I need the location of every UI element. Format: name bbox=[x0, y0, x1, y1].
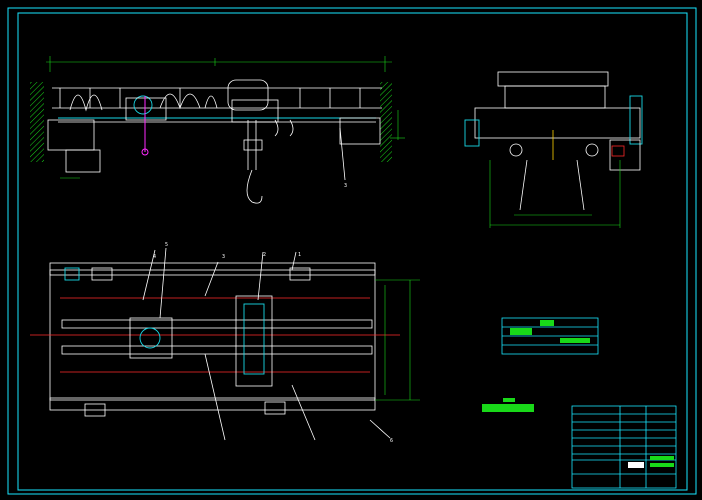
cad-drawing-canvas: 3 1 2 3 4 5 6 bbox=[7, 7, 697, 495]
balloon-3-front: 3 bbox=[344, 183, 347, 189]
left-end-carriage bbox=[47, 119, 95, 151]
side-rope-left bbox=[519, 159, 528, 211]
side-rope-right bbox=[576, 159, 585, 211]
right-wall-hatch bbox=[380, 82, 392, 162]
title-block bbox=[571, 405, 677, 489]
side-trolley-body bbox=[504, 85, 606, 109]
left-girder-section bbox=[464, 119, 480, 147]
sheet-inner-frame bbox=[17, 12, 688, 491]
balloon-2: 2 bbox=[263, 252, 266, 258]
parts-legend-table bbox=[501, 317, 599, 355]
balloon-4: 4 bbox=[153, 254, 156, 260]
plan-aux-drum bbox=[139, 327, 161, 349]
side-girders bbox=[474, 107, 641, 139]
plan-leaders bbox=[142, 247, 391, 441]
aux-hoist-drum bbox=[133, 95, 153, 115]
scale-bar-tab bbox=[503, 398, 515, 402]
plan-main-trolley bbox=[235, 295, 273, 387]
side-trolley-top bbox=[497, 71, 609, 87]
side-wheel-right bbox=[585, 143, 599, 157]
crane-front-view: 3 bbox=[30, 56, 405, 204]
hook-block bbox=[243, 139, 263, 151]
drive-gearbox-4 bbox=[264, 401, 286, 415]
cab bbox=[609, 139, 641, 171]
side-wheel-left bbox=[509, 143, 523, 157]
sheet-outer-frame bbox=[7, 7, 697, 495]
balloon-5: 5 bbox=[165, 242, 168, 248]
leader-line bbox=[339, 127, 346, 181]
crane-plan-view: 1 2 3 4 5 6 bbox=[30, 242, 420, 444]
main-trolley-frame bbox=[231, 99, 279, 123]
plan-girder-a bbox=[61, 319, 373, 329]
aux-trolley-frame bbox=[125, 97, 167, 121]
left-wall-hatch bbox=[30, 82, 44, 162]
plan-aux-trolley bbox=[129, 317, 173, 359]
main-trolley-housing bbox=[227, 79, 269, 111]
main-hook bbox=[246, 169, 263, 204]
scale-bar bbox=[482, 404, 534, 412]
cab-window bbox=[611, 145, 625, 157]
balloon-3: 3 bbox=[222, 254, 225, 260]
balloon-1: 1 bbox=[298, 252, 301, 258]
railing-posts bbox=[59, 88, 361, 108]
plan-girder-b bbox=[61, 345, 373, 355]
plan-main-drum bbox=[243, 303, 265, 375]
left-wheel-block bbox=[65, 149, 101, 173]
plan-top-end-beam bbox=[49, 262, 376, 276]
crane-side-view bbox=[464, 71, 643, 228]
balloon-6: 6 bbox=[390, 438, 393, 444]
